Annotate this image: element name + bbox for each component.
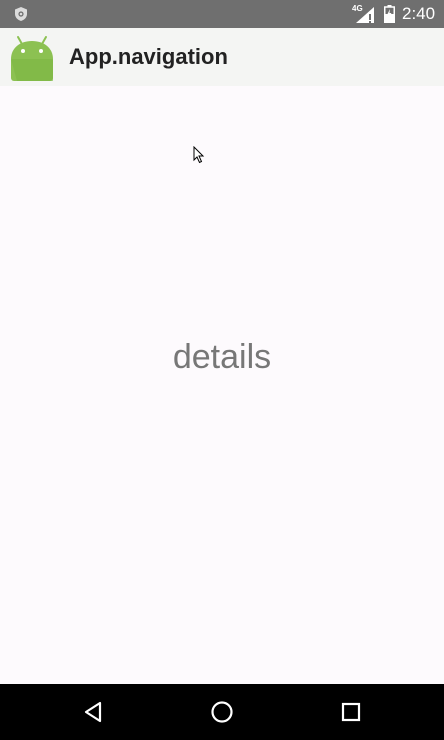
recents-button[interactable]	[337, 698, 365, 726]
recents-square-icon	[341, 702, 361, 722]
home-button[interactable]	[208, 698, 236, 726]
shield-icon	[13, 6, 29, 22]
signal-icon	[356, 7, 374, 23]
back-triangle-icon	[84, 701, 102, 723]
app-screen: 4G 2:40 App.navigation details	[0, 0, 444, 740]
battery-charging-icon	[384, 5, 395, 24]
back-button[interactable]	[79, 698, 107, 726]
content-area: details	[0, 86, 444, 684]
home-circle-icon	[211, 701, 233, 723]
app-bar: App.navigation	[0, 28, 444, 86]
status-time: 2:40	[402, 4, 436, 23]
status-bar: 4G 2:40	[0, 0, 444, 28]
mouse-cursor-icon	[193, 145, 205, 164]
android-icon	[9, 35, 55, 83]
details-label: details	[172, 338, 272, 376]
cellular-signal: 4G	[352, 4, 376, 24]
navigation-bar	[0, 684, 444, 740]
app-title: App.navigation	[69, 44, 228, 69]
